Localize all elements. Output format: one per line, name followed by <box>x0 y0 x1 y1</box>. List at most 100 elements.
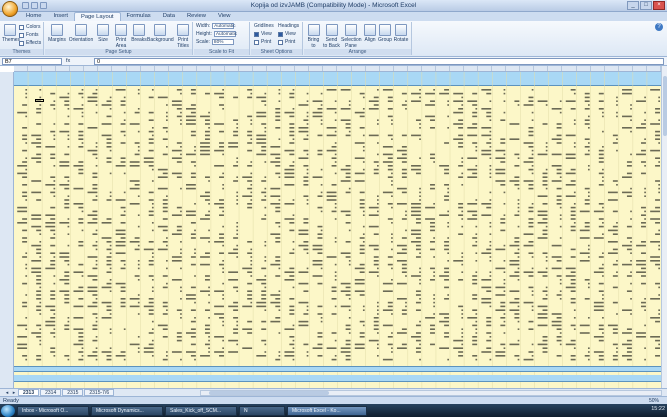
print-area-button[interactable]: Print Area <box>112 24 130 49</box>
headings-view-checkbox[interactable]: View <box>278 31 296 37</box>
column-header[interactable] <box>464 66 479 71</box>
align-button[interactable]: Align <box>363 24 377 43</box>
column-header[interactable] <box>534 66 549 71</box>
column-header[interactable] <box>225 66 239 71</box>
column-header[interactable] <box>183 66 197 71</box>
function-icon[interactable]: fx <box>66 58 92 65</box>
close-button[interactable]: × <box>653 1 665 10</box>
colors-button[interactable]: Colors <box>19 24 40 30</box>
background-button[interactable]: Background <box>147 24 174 43</box>
maximize-button[interactable]: □ <box>640 1 652 10</box>
tab-review[interactable]: Review <box>181 12 212 21</box>
column-header[interactable] <box>267 66 282 71</box>
help-icon[interactable]: ? <box>655 23 663 31</box>
gridlines-view-checkbox[interactable]: View <box>254 31 272 37</box>
tab-insert[interactable]: Insert <box>47 12 74 21</box>
column-header[interactable] <box>155 66 169 71</box>
column-header[interactable] <box>562 66 577 71</box>
column-header[interactable] <box>408 66 422 71</box>
taskbar-item-outlook[interactable]: Inbox - Microsoft O... <box>17 405 89 416</box>
column-header[interactable] <box>591 66 605 71</box>
vertical-scrollbar[interactable] <box>661 66 667 388</box>
office-button[interactable] <box>2 1 18 17</box>
column-header[interactable] <box>380 66 394 71</box>
formula-input[interactable]: 0 <box>94 58 664 65</box>
column-header[interactable] <box>197 66 211 71</box>
column-header[interactable] <box>239 66 254 71</box>
scale-spinner[interactable]: 80% <box>211 39 234 45</box>
print-titles-button[interactable]: Print Titles <box>174 24 192 49</box>
column-header[interactable] <box>337 66 352 71</box>
rotate-button[interactable]: Rotate <box>393 24 409 43</box>
column-header[interactable] <box>28 66 43 71</box>
scroll-thumb[interactable] <box>209 391 329 395</box>
column-header[interactable] <box>295 66 310 71</box>
column-header[interactable] <box>366 66 380 71</box>
column-header[interactable] <box>14 66 29 71</box>
column-header[interactable] <box>548 66 563 71</box>
column-header[interactable] <box>492 66 507 71</box>
column-header[interactable] <box>112 66 127 71</box>
column-header[interactable] <box>98 66 113 71</box>
height-select[interactable]: Automatic <box>213 31 237 37</box>
column-header[interactable] <box>169 66 183 71</box>
column-header[interactable] <box>281 66 296 71</box>
tab-home[interactable]: Home <box>20 12 47 21</box>
tab-data[interactable]: Data <box>157 12 181 21</box>
gridlines-print-checkbox[interactable]: Print <box>254 39 271 45</box>
sheet-tab-2315-7-6[interactable]: 2315-7/6 <box>84 389 115 396</box>
themes-button[interactable]: Themes <box>2 24 20 43</box>
column-header[interactable] <box>506 66 521 71</box>
column-header[interactable] <box>352 66 366 71</box>
column-header[interactable] <box>394 66 408 71</box>
taskbar-item-dynamics[interactable]: Microsoft Dynamics... <box>91 405 163 416</box>
column-header[interactable] <box>577 66 591 71</box>
taskbar-item-sales[interactable]: Sales_Kick_off_SCM... <box>165 405 237 416</box>
margins-button[interactable]: Margins <box>48 24 66 43</box>
orientation-button[interactable]: Orientation <box>67 24 95 43</box>
column-header[interactable] <box>478 66 493 71</box>
column-header[interactable] <box>647 66 661 71</box>
column-header[interactable] <box>70 66 85 71</box>
breaks-button[interactable]: Breaks <box>131 24 147 43</box>
selection-pane-button[interactable]: Selection Pane <box>341 24 362 49</box>
scroll-thumb[interactable] <box>663 76 667 136</box>
group-button[interactable]: Group <box>378 24 392 43</box>
taskbar-item-n[interactable]: N <box>239 405 285 416</box>
column-header[interactable] <box>436 66 450 71</box>
column-header[interactable] <box>309 66 324 71</box>
headings-print-checkbox[interactable]: Print <box>278 39 295 45</box>
sheet-tab-2315[interactable]: 2315 <box>62 389 84 396</box>
minimize-button[interactable]: _ <box>627 1 639 10</box>
sheet-tab-2314[interactable]: 2314 <box>40 389 62 396</box>
column-header[interactable] <box>141 66 155 71</box>
column-header[interactable] <box>422 66 436 71</box>
effects-button[interactable]: Effects <box>19 40 41 46</box>
column-header[interactable] <box>633 66 647 71</box>
active-cell[interactable] <box>35 99 44 102</box>
column-header[interactable] <box>520 66 535 71</box>
first-sheet-icon[interactable]: ◂ <box>4 390 10 396</box>
column-header[interactable] <box>253 66 268 71</box>
clock[interactable]: 15:22 <box>651 406 665 412</box>
send-to-back-button[interactable]: Send to Back <box>323 24 340 49</box>
column-header[interactable] <box>84 66 99 71</box>
column-header[interactable] <box>605 66 619 71</box>
name-box[interactable]: B7 <box>2 58 62 65</box>
column-header[interactable] <box>56 66 71 71</box>
fonts-button[interactable]: Fonts <box>19 32 39 38</box>
column-header[interactable] <box>619 66 633 71</box>
column-header[interactable] <box>211 66 225 71</box>
sheet-tab-2313[interactable]: 2313 <box>18 389 40 396</box>
tab-formulas[interactable]: Formulas <box>121 12 157 21</box>
column-header[interactable] <box>127 66 141 71</box>
size-button[interactable]: Size <box>96 24 110 43</box>
taskbar-item-excel[interactable]: Microsoft Excel - Ko... <box>287 405 367 416</box>
tab-view[interactable]: View <box>212 12 236 21</box>
tab-page-layout[interactable]: Page Layout <box>73 12 121 21</box>
worksheet-grid[interactable] <box>0 66 667 388</box>
column-header[interactable] <box>323 66 338 71</box>
sheet-cells[interactable] <box>14 72 661 388</box>
width-select[interactable]: Automatic <box>212 23 236 29</box>
column-header[interactable] <box>42 66 57 71</box>
